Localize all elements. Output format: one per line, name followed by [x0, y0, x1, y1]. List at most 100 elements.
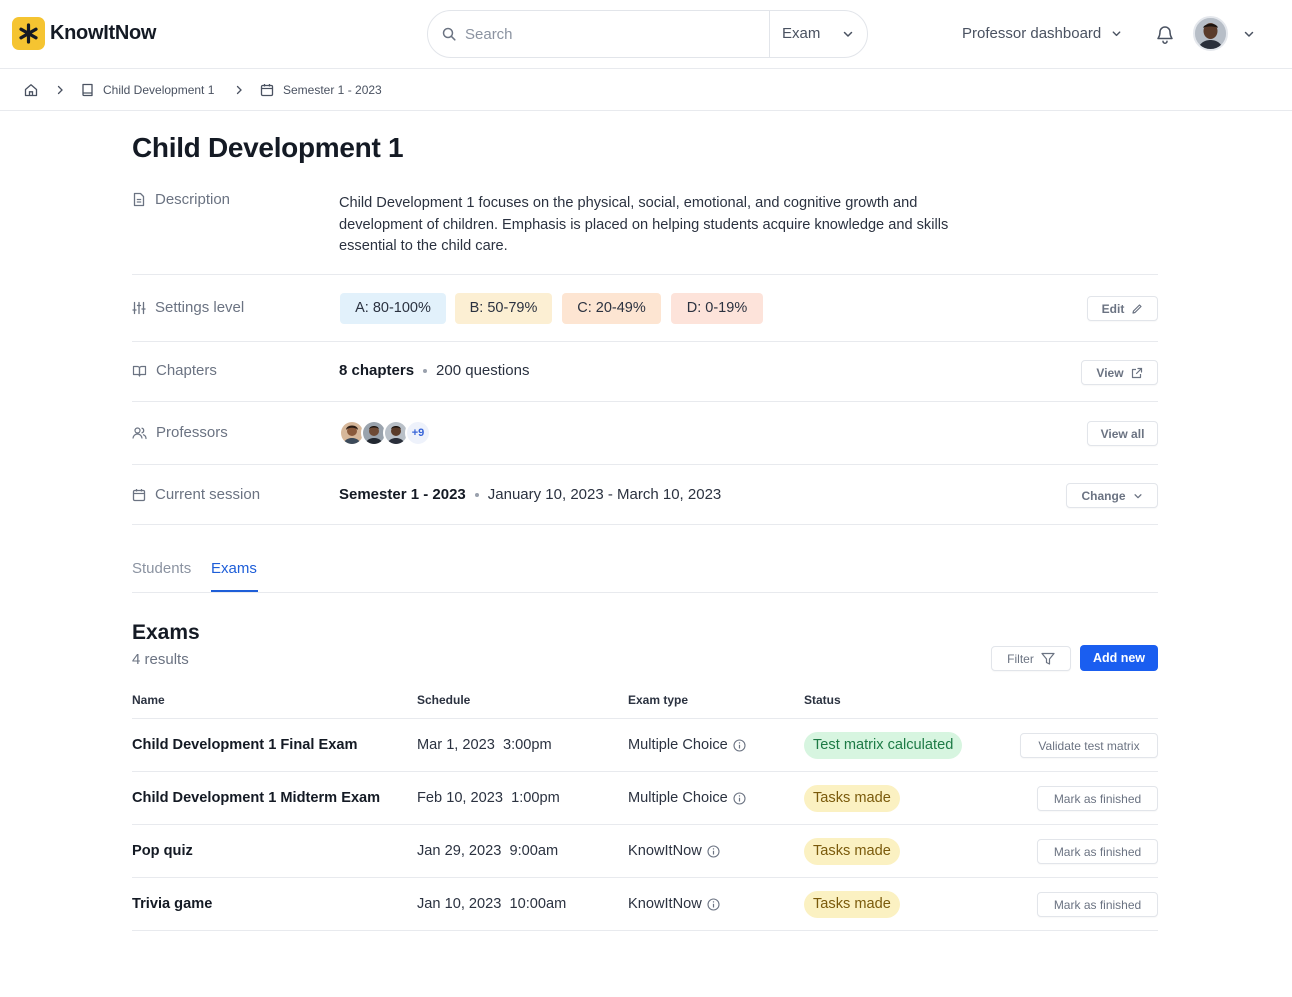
divider: [132, 771, 1158, 772]
divider: [132, 464, 1158, 465]
edit-button-label: Edit: [1101, 301, 1125, 316]
search-scope-select[interactable]: Exam: [782, 25, 820, 42]
divider: [132, 274, 1158, 275]
pencil-icon: [1132, 303, 1142, 314]
professors-label: Professors: [132, 424, 228, 441]
users-icon: [132, 426, 147, 439]
info-icon[interactable]: [707, 897, 720, 911]
divider: [132, 401, 1158, 402]
exam-name[interactable]: Child Development 1 Midterm Exam: [132, 790, 380, 806]
settings-level-label: Settings level: [132, 299, 244, 316]
add-new-exam-button[interactable]: Add new: [1080, 645, 1158, 671]
exam-type-text: KnowItNow: [628, 843, 702, 859]
filter-button-label: Filter: [1007, 651, 1034, 666]
current-session-label-text: Current session: [155, 486, 261, 503]
mark-as-finished-button[interactable]: Mark as finished: [1037, 786, 1158, 811]
document-icon: [133, 192, 145, 207]
tab-exams[interactable]: Exams: [211, 560, 257, 577]
validate-test-matrix-button[interactable]: Validate test matrix: [1020, 733, 1158, 758]
session-name: Semester 1 - 2023: [339, 486, 466, 503]
divider: [132, 718, 1158, 719]
exam-type-text: Multiple Choice: [628, 790, 728, 806]
exams-results-count: 4 results: [132, 651, 189, 668]
view-chapters-button[interactable]: View: [1081, 360, 1158, 385]
search-bar: Exam: [427, 10, 868, 58]
status-badge: Tasks made: [804, 891, 900, 918]
divider: [132, 341, 1158, 342]
logo[interactable]: KnowItNow: [12, 17, 156, 50]
current-session-label: Current session: [132, 486, 260, 503]
exam-type-text: KnowItNow: [628, 896, 702, 912]
edit-button[interactable]: Edit: [1087, 296, 1158, 321]
mark-as-finished-button[interactable]: Mark as finished: [1037, 892, 1158, 917]
filter-button[interactable]: Filter: [991, 646, 1071, 671]
description-text: Child Development 1 focuses on the physi…: [339, 195, 949, 255]
chevron-right-icon: [57, 85, 63, 95]
exam-name[interactable]: Trivia game: [132, 896, 212, 912]
exam-schedule: Jan 10, 2023 10:00am: [417, 896, 567, 912]
logo-asterisk-icon: [12, 17, 45, 50]
page-title: Child Development 1: [132, 132, 404, 163]
chapters-summary: 8 chapters 200 questions: [339, 362, 529, 379]
exam-schedule: Feb 10, 2023 1:00pm: [417, 790, 560, 806]
chevron-down-icon: [1112, 31, 1121, 37]
column-header-schedule[interactable]: Schedule: [417, 693, 470, 707]
exam-schedule: Mar 1, 2023 3:00pm: [417, 737, 552, 753]
breadcrumb: Child Development 1 Semester 1 - 2023: [0, 69, 1292, 111]
open-book-icon: [132, 365, 147, 377]
dashboard-switcher[interactable]: Professor dashboard: [962, 25, 1122, 42]
exams-title: Exams: [132, 621, 200, 644]
exam-name[interactable]: Pop quiz: [132, 843, 193, 859]
home-icon[interactable]: [24, 83, 38, 97]
professors-avatar-group[interactable]: +9: [339, 420, 431, 446]
chapters-count: 8 chapters: [339, 362, 415, 379]
search-input[interactable]: [465, 25, 755, 43]
chevron-right-icon: [236, 85, 242, 95]
grade-chip-c: C: 20-49%: [562, 293, 661, 324]
grade-chip-d: D: 0-19%: [671, 293, 763, 324]
view-button-label: View: [1096, 365, 1124, 380]
settings-level-label-text: Settings level: [155, 299, 245, 316]
info-icon[interactable]: [707, 844, 720, 858]
exam-name[interactable]: Child Development 1 Final Exam: [132, 737, 357, 753]
breadcrumb-course[interactable]: Child Development 1: [103, 83, 214, 97]
description-label-text: Description: [155, 191, 231, 208]
logo-text: KnowItNow: [50, 22, 157, 44]
avatar[interactable]: [1193, 16, 1228, 51]
bell-icon[interactable]: [1156, 24, 1174, 44]
separator-dot: [423, 368, 428, 373]
exam-type: KnowItNow: [628, 896, 720, 912]
chevron-down-icon[interactable]: [1243, 28, 1255, 40]
search-divider: [769, 11, 770, 57]
session-summary: Semester 1 - 2023 January 10, 2023 - Mar…: [339, 486, 721, 503]
external-link-icon: [1131, 367, 1142, 378]
chevron-down-icon: [1133, 493, 1142, 498]
questions-count: 200 questions: [436, 362, 530, 379]
info-icon[interactable]: [733, 791, 746, 805]
breadcrumb-session[interactable]: Semester 1 - 2023: [283, 83, 382, 97]
chapters-label: Chapters: [132, 362, 217, 379]
divider: [132, 877, 1158, 878]
status-badge: Tasks made: [804, 785, 900, 812]
change-session-button[interactable]: Change: [1066, 483, 1158, 508]
filter-icon: [1041, 652, 1055, 665]
column-header-status[interactable]: Status: [804, 693, 841, 707]
exam-schedule: Jan 29, 2023 9:00am: [417, 843, 559, 859]
professors-label-text: Professors: [156, 424, 228, 441]
column-header-name[interactable]: Name: [132, 693, 165, 707]
dashboard-switcher-label: Professor dashboard: [962, 25, 1102, 42]
chapters-label-text: Chapters: [156, 362, 217, 379]
view-all-button[interactable]: View all: [1087, 421, 1158, 446]
search-icon: [442, 27, 456, 41]
tab-students[interactable]: Students: [132, 560, 191, 577]
more-professors-badge[interactable]: +9: [405, 420, 431, 446]
change-button-label: Change: [1081, 488, 1126, 503]
column-header-exam-type[interactable]: Exam type: [628, 693, 688, 707]
exam-type: Multiple Choice: [628, 737, 746, 753]
mark-as-finished-button[interactable]: Mark as finished: [1037, 839, 1158, 864]
grade-chip-a: A: 80-100%: [340, 293, 446, 324]
calendar-icon: [260, 84, 274, 97]
chevron-down-icon[interactable]: [842, 28, 854, 40]
info-icon[interactable]: [733, 738, 746, 752]
tabs-divider: [132, 592, 1158, 593]
